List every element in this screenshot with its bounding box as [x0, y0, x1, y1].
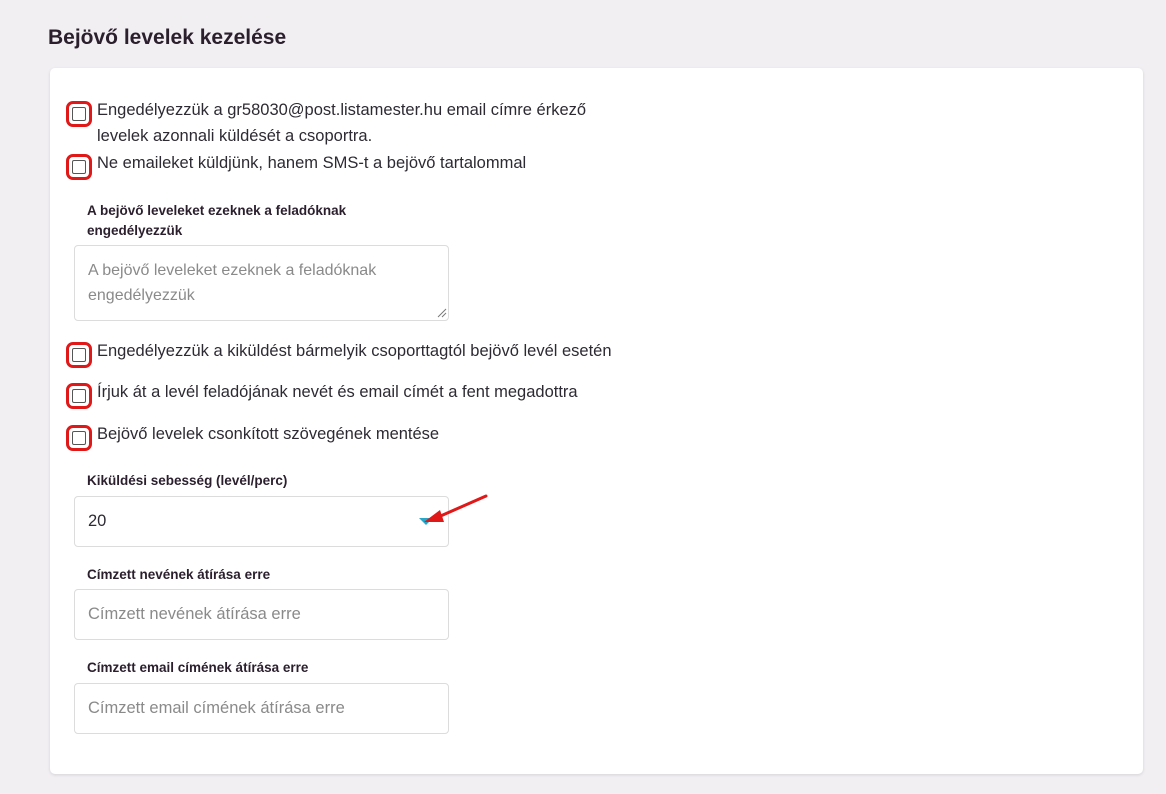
rewrite-sender-checkbox[interactable]: [72, 389, 86, 403]
checkbox-row-rewrite-sender: Írjuk át a levél feladójának nevét és em…: [66, 383, 578, 412]
send-rate-value: 20: [88, 512, 107, 530]
save-truncated-label: Bejövő levelek csonkított szövegének men…: [97, 425, 440, 443]
highlight-box: [66, 154, 92, 180]
any-member-checkbox[interactable]: [72, 348, 86, 362]
any-member-label: Engedélyezzük a kiküldést bármelyik csop…: [97, 342, 612, 360]
highlight-box: [66, 383, 92, 409]
red-arrow-icon: [424, 494, 488, 522]
immediate-send-checkbox[interactable]: [72, 107, 86, 121]
sms-label: Ne emaileket küldjünk, hanem SMS-t a bej…: [97, 154, 527, 172]
highlight-box: [66, 101, 92, 127]
recipient-name-input[interactable]: [74, 589, 449, 640]
recipient-email-label: Címzett email címének átírása erre: [87, 660, 309, 675]
checkbox-row-save-truncated: Bejövő levelek csonkított szövegének men…: [66, 425, 439, 454]
send-rate-label: Kiküldési sebesség (levél/perc): [87, 473, 288, 488]
checkbox-row-any-member: Engedélyezzük a kiküldést bármelyik csop…: [66, 342, 612, 371]
rewrite-sender-label: Írjuk át a levél feladójának nevét és em…: [97, 383, 578, 401]
sms-checkbox[interactable]: [72, 160, 86, 174]
recipient-name-label: Címzett nevének átírása erre: [87, 567, 271, 582]
highlight-box: [66, 425, 92, 451]
send-rate-select[interactable]: 20: [74, 496, 449, 547]
section-title: Bejövő levelek kezelése: [48, 26, 287, 49]
recipient-email-input[interactable]: [74, 683, 449, 734]
allowed-senders-textarea[interactable]: [74, 245, 449, 321]
highlight-box: [66, 342, 92, 368]
checkbox-row-sms: Ne emaileket küldjünk, hanem SMS-t a bej…: [66, 154, 526, 183]
checkbox-row-immediate-send: Engedélyezzük a gr58030@post.listamester…: [66, 101, 637, 149]
resize-grip-icon[interactable]: [437, 308, 447, 318]
save-truncated-checkbox[interactable]: [72, 431, 86, 445]
allowed-senders-label: A bejövő leveleket ezeknek a feladóknak …: [87, 203, 347, 238]
immediate-send-label: Engedélyezzük a gr58030@post.listamester…: [97, 101, 587, 145]
